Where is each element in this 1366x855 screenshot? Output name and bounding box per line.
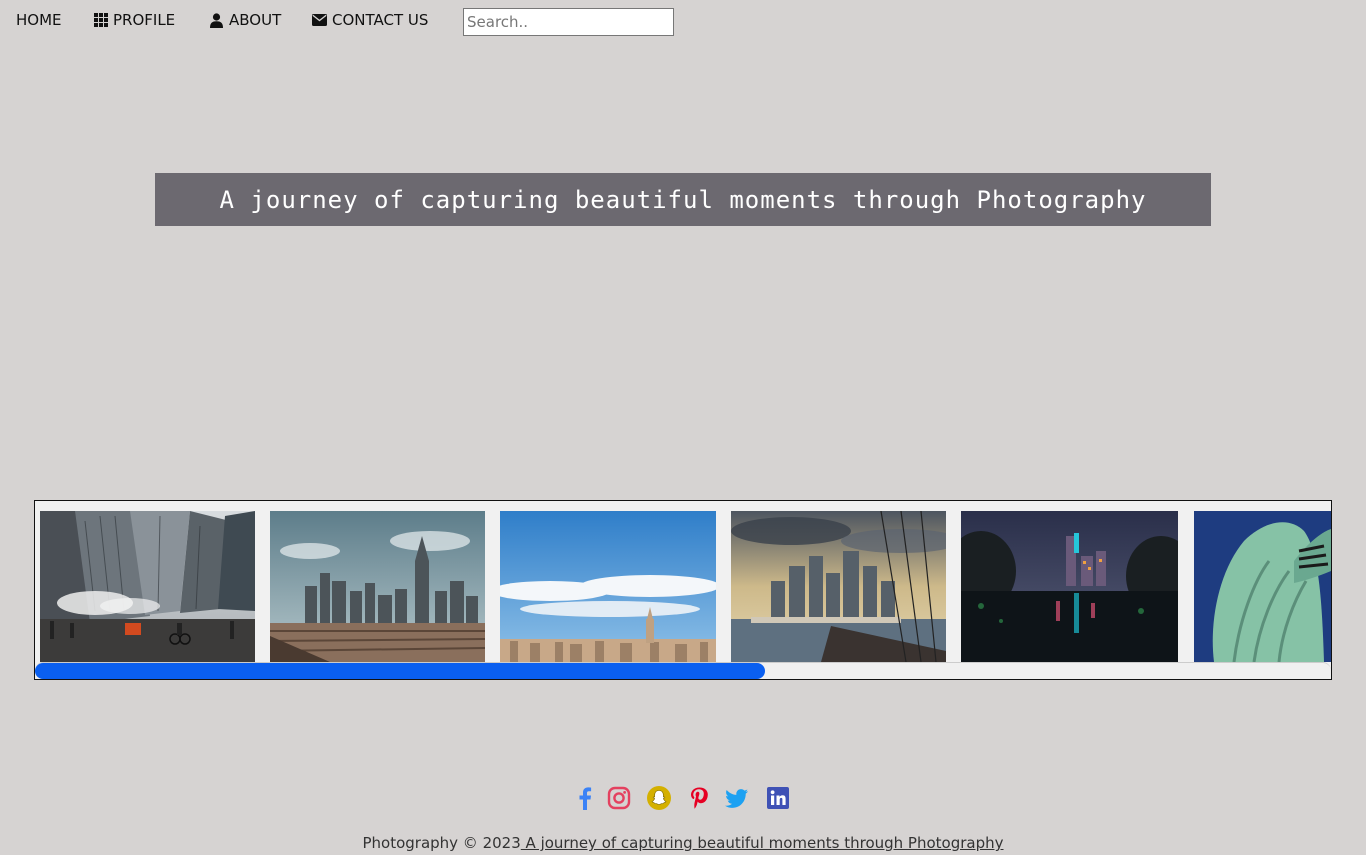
nav-home[interactable]: HOME	[16, 11, 62, 29]
gallery-photo[interactable]	[500, 511, 716, 662]
linkedin-icon[interactable]	[765, 785, 791, 811]
nav-about-label: ABOUT	[229, 11, 282, 29]
footer-link[interactable]: A journey of capturing beautiful moments…	[521, 834, 1004, 852]
facebook-icon[interactable]	[572, 785, 598, 811]
gallery-photo[interactable]	[1194, 511, 1331, 662]
gallery-scrollbar-thumb[interactable]	[35, 663, 765, 679]
snapchat-icon[interactable]	[646, 785, 672, 811]
nav-home-label: HOME	[16, 11, 62, 29]
grid-icon	[93, 13, 108, 28]
gallery-photo[interactable]	[270, 511, 485, 662]
gallery-photo[interactable]	[40, 511, 255, 662]
social-links	[572, 785, 794, 811]
instagram-icon[interactable]	[606, 785, 632, 811]
footer: Photography © 2023 A journey of capturin…	[0, 834, 1366, 852]
top-nav: HOME PROFILE ABOUT CONTACT US Search..	[0, 0, 1366, 44]
twitter-icon[interactable]	[724, 785, 750, 811]
hero-banner: A journey of capturing beautiful moments…	[155, 173, 1211, 226]
hero-tagline: A journey of capturing beautiful moments…	[219, 185, 1147, 214]
nav-profile-label: PROFILE	[113, 11, 176, 29]
nav-contact[interactable]: CONTACT US	[312, 11, 428, 29]
pinterest-icon[interactable]	[686, 785, 712, 811]
nav-profile[interactable]: PROFILE	[93, 11, 175, 29]
search-input[interactable]	[463, 8, 674, 36]
gallery-photo[interactable]	[961, 511, 1178, 662]
user-icon	[209, 12, 224, 28]
footer-copyright: Photography © 2023	[362, 834, 521, 852]
photo-gallery[interactable]	[34, 500, 1332, 680]
gallery-photo[interactable]	[731, 511, 946, 662]
nav-about[interactable]: ABOUT	[209, 11, 281, 29]
nav-contact-label: CONTACT US	[332, 11, 429, 29]
gallery-scrollbar[interactable]	[35, 662, 1331, 679]
envelope-icon	[312, 13, 327, 28]
